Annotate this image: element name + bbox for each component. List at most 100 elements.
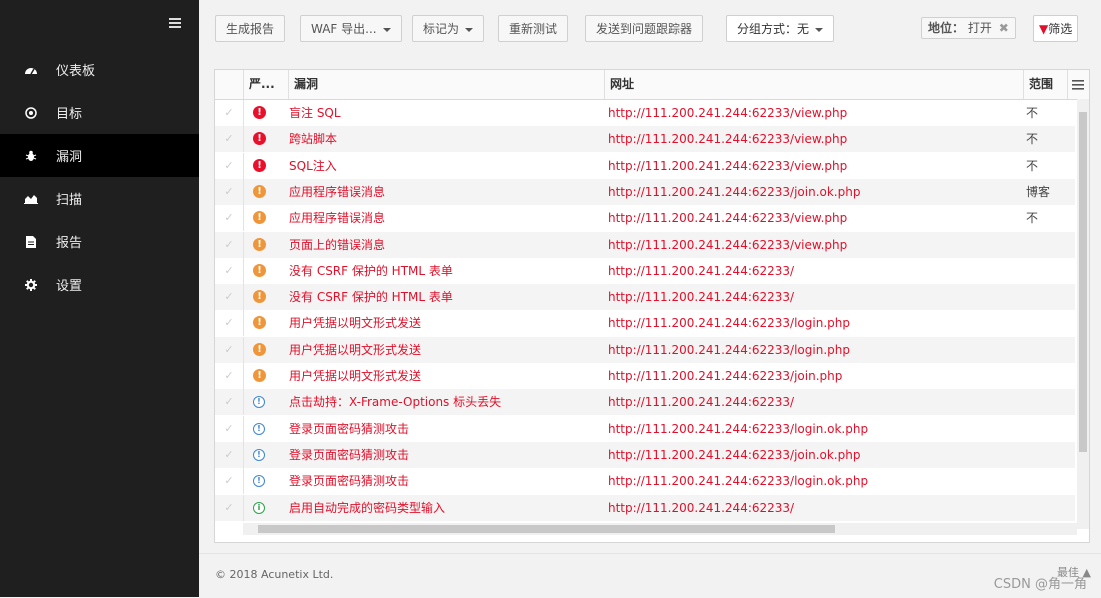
menu-toggle-icon[interactable]	[169, 18, 181, 28]
column-header-scope[interactable]: 范围	[1023, 70, 1067, 99]
group-by-dropdown[interactable]: 分组方式：无	[726, 15, 835, 42]
remove-filter-icon[interactable]: ✖	[999, 21, 1009, 35]
vulnerability-url[interactable]: http://111.200.241.244:62233/view.php	[608, 153, 847, 179]
dashboard-icon	[24, 63, 38, 77]
row-checkbox[interactable]: ✓	[215, 100, 244, 126]
vulnerability-name[interactable]: 应用程序错误消息	[289, 205, 385, 231]
vulnerability-name[interactable]: 登录页面密码猜测攻击	[289, 468, 409, 494]
row-checkbox[interactable]: ✓	[215, 152, 244, 179]
vulnerability-name[interactable]: 启用自动完成的密码类型输入	[289, 495, 445, 521]
horizontal-scrollbar[interactable]	[243, 523, 1077, 535]
vulnerability-scope: 不	[1026, 158, 1039, 173]
vulnerability-url[interactable]: http://111.200.241.244:62233/view.php	[608, 126, 847, 152]
table-row[interactable]: ✓! 用户凭据以明文形式发送 http://111.200.241.244:6223…	[215, 336, 1075, 363]
row-checkbox[interactable]: ✓	[215, 363, 244, 389]
status-filter-chip[interactable]: 地位： 打开 ✖	[921, 17, 1016, 39]
table-row[interactable]: ✓! SQL注入 http://111.200.241.244:62233/view…	[215, 152, 1075, 179]
vulnerability-name[interactable]: 登录页面密码猜测攻击	[289, 442, 409, 468]
column-header-severity[interactable]: 严...	[243, 70, 288, 99]
row-checkbox[interactable]: ✓	[215, 389, 244, 416]
column-header-vulnerability[interactable]: 漏洞	[288, 70, 604, 99]
row-checkbox[interactable]: ✓	[215, 284, 244, 311]
severity-medium-icon: !	[253, 342, 266, 356]
row-checkbox[interactable]: ✓	[215, 257, 244, 284]
target-icon	[24, 106, 38, 120]
sidebar-item-reports[interactable]: 报告	[0, 220, 199, 263]
vulnerability-name[interactable]: 点击劫持：X-Frame-Options 标头丢失	[289, 389, 501, 415]
retest-button[interactable]: 重新测试	[498, 15, 569, 42]
row-checkbox[interactable]: ✓	[215, 205, 244, 232]
vulnerability-url[interactable]: http://111.200.241.244:62233/	[608, 389, 794, 415]
vulnerability-name[interactable]: 没有 CSRF 保护的 HTML 表单	[289, 284, 453, 310]
row-checkbox[interactable]: ✓	[215, 415, 244, 442]
vulnerability-name[interactable]: 用户凭据以明文形式发送	[289, 337, 421, 363]
table-row[interactable]: ✓! 没有 CSRF 保护的 HTML 表单 http://111.200.241.…	[215, 257, 1075, 284]
table-row[interactable]: ✓! 跨站脚本 http://111.200.241.244:62233/view.…	[215, 126, 1075, 153]
vulnerability-name[interactable]: SQL注入	[289, 153, 337, 179]
row-checkbox[interactable]: ✓	[215, 468, 244, 495]
sidebar-header	[0, 0, 199, 48]
vulnerability-name[interactable]: 登录页面密码猜测攻击	[289, 416, 409, 442]
table-row[interactable]: ✓! 应用程序错误消息 http://111.200.241.244:62233/v…	[215, 205, 1075, 232]
severity-medium-icon: !	[253, 237, 266, 251]
vulnerability-name[interactable]: 盲注 SQL	[289, 100, 341, 126]
row-checkbox[interactable]: ✓	[215, 494, 244, 521]
vulnerability-name[interactable]: 应用程序错误消息	[289, 179, 385, 205]
table-row[interactable]: ✓! 点击劫持：X-Frame-Options 标头丢失 http://111.20…	[215, 389, 1075, 416]
row-checkbox[interactable]: ✓	[215, 336, 244, 363]
vulnerability-url[interactable]: http://111.200.241.244:62233/join.ok.php	[608, 179, 860, 205]
vulnerability-url[interactable]: http://111.200.241.244:62233/	[608, 258, 794, 284]
row-checkbox[interactable]: ✓	[215, 126, 244, 153]
vulnerability-url[interactable]: http://111.200.241.244:62233/login.php	[608, 310, 850, 336]
vulnerability-url[interactable]: http://111.200.241.244:62233/join.ok.php	[608, 442, 860, 468]
vulnerability-name[interactable]: 页面上的错误消息	[289, 232, 385, 258]
generate-report-button[interactable]: 生成报告	[215, 15, 286, 42]
table-row[interactable]: ✓! 盲注 SQL http://111.200.241.244:62233/vie…	[215, 100, 1075, 126]
table-row[interactable]: ✓! 应用程序错误消息 http://111.200.241.244:62233/j…	[215, 178, 1075, 205]
vertical-scrollbar[interactable]	[1077, 99, 1089, 529]
vulnerability-url[interactable]: http://111.200.241.244:62233/	[608, 284, 794, 310]
vulnerability-name[interactable]: 跨站脚本	[289, 126, 337, 152]
severity-medium-icon: !	[253, 211, 266, 225]
vulnerability-url[interactable]: http://111.200.241.244:62233/	[608, 495, 794, 521]
vulnerability-name[interactable]: 用户凭据以明文形式发送	[289, 310, 421, 336]
vulnerability-url[interactable]: http://111.200.241.244:62233/login.php	[608, 337, 850, 363]
vulnerability-url[interactable]: http://111.200.241.244:62233/view.php	[608, 205, 847, 231]
column-menu-icon[interactable]	[1067, 70, 1089, 99]
vulnerability-url[interactable]: http://111.200.241.244:62233/login.ok.ph…	[608, 416, 868, 442]
table-row[interactable]: ✓! 用户凭据以明文形式发送 http://111.200.241.244:6223…	[215, 310, 1075, 337]
vulnerability-name[interactable]: 用户凭据以明文形式发送	[289, 363, 421, 389]
sidebar-item-scans[interactable]: 扫描	[0, 177, 199, 220]
sidebar-item-vulnerabilities[interactable]: 漏洞	[0, 134, 199, 177]
vulnerability-url[interactable]: http://111.200.241.244:62233/view.php	[608, 100, 847, 126]
gear-icon	[24, 278, 38, 292]
table-row[interactable]: ✓! 页面上的错误消息 http://111.200.241.244:62233/v…	[215, 231, 1075, 258]
document-icon	[24, 235, 38, 249]
waf-export-dropdown[interactable]: WAF 导出...	[300, 15, 402, 42]
table-row[interactable]: ✓! 登录页面密码猜测攻击 http://111.200.241.244:62233…	[215, 441, 1075, 468]
sidebar-item-label: 漏洞	[56, 150, 83, 165]
sidebar-item-dashboard[interactable]: 仪表板	[0, 48, 199, 91]
vulnerability-url[interactable]: http://111.200.241.244:62233/view.php	[608, 232, 847, 258]
mark-as-dropdown[interactable]: 标记为	[412, 15, 485, 42]
row-checkbox[interactable]: ✓	[215, 441, 244, 468]
vulnerability-name[interactable]: 没有 CSRF 保护的 HTML 表单	[289, 258, 453, 284]
severity-high-icon: !	[253, 158, 266, 172]
column-header-url[interactable]: 网址	[604, 70, 1023, 99]
table-header: 严... 漏洞 网址 范围	[215, 70, 1089, 100]
severity-medium-icon: !	[253, 316, 266, 330]
row-checkbox[interactable]: ✓	[215, 178, 244, 205]
row-checkbox[interactable]: ✓	[215, 310, 244, 337]
table-row[interactable]: ✓! 用户凭据以明文形式发送 http://111.200.241.244:6223…	[215, 363, 1075, 389]
send-to-tracker-button[interactable]: 发送到问题跟踪器	[585, 15, 704, 42]
table-row[interactable]: ✓ i 启用自动完成的密码类型输入 http://111.200.241.244:62…	[215, 494, 1075, 521]
filter-button[interactable]: ▼筛选	[1033, 15, 1079, 42]
vulnerability-url[interactable]: http://111.200.241.244:62233/login.ok.ph…	[608, 468, 868, 494]
sidebar-item-targets[interactable]: 目标	[0, 91, 199, 134]
row-checkbox[interactable]: ✓	[215, 231, 244, 258]
table-row[interactable]: ✓! 登录页面密码猜测攻击 http://111.200.241.244:62233…	[215, 468, 1075, 495]
vulnerability-url[interactable]: http://111.200.241.244:62233/join.php	[608, 363, 842, 389]
table-row[interactable]: ✓! 没有 CSRF 保护的 HTML 表单 http://111.200.241.…	[215, 284, 1075, 311]
table-row[interactable]: ✓! 登录页面密码猜测攻击 http://111.200.241.244:62233…	[215, 415, 1075, 442]
sidebar-item-settings[interactable]: 设置	[0, 263, 199, 306]
